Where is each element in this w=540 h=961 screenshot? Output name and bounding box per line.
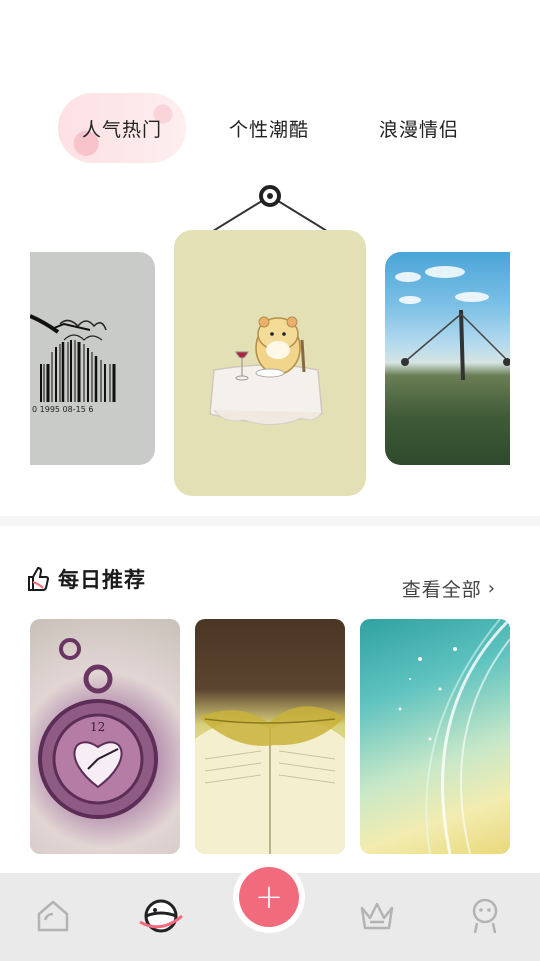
tab-romantic[interactable]: 浪漫情侣 — [360, 93, 478, 163]
planet-icon — [139, 899, 183, 933]
daily-section-header: 每日推荐 — [26, 562, 146, 596]
nav-vip[interactable] — [352, 891, 402, 941]
daily-title: 每日推荐 — [58, 568, 146, 592]
category-tabs: 人气热门 个性潮酷 浪漫情侣 — [0, 93, 540, 163]
wallpaper-thumb-light-streaks[interactable] — [360, 619, 510, 854]
barcode-fork-image: 0 1995 08-15 6 — [30, 314, 116, 414]
light-streaks-image — [398, 619, 510, 854]
nav-discover[interactable] — [136, 891, 186, 941]
hamster-dinner-image — [209, 316, 323, 425]
wallpaper-home-screen: 人气热门 个性潮酷 浪漫情侣 0 1995 08-15 6 每日推荐 查看全部 … — [0, 0, 540, 961]
wallpaper-thumb-pocket-watch[interactable]: 12 — [30, 619, 180, 854]
profile-icon — [472, 898, 498, 934]
book-leaf-image — [195, 706, 345, 854]
tab-cool[interactable]: 个性潮酷 — [213, 93, 325, 163]
thumbs-up-icon — [28, 566, 50, 591]
hanger-icon — [213, 185, 327, 232]
plus-icon: + — [239, 867, 299, 927]
view-all-label: 查看全部 — [401, 578, 482, 601]
tab-popular[interactable]: 人气热门 — [58, 93, 186, 163]
svg-text:12: 12 — [90, 720, 105, 734]
home-icon — [37, 900, 69, 932]
nav-home[interactable] — [28, 891, 78, 941]
pocket-watch-image: 12 — [38, 638, 158, 819]
view-all-link[interactable]: 查看全部 › — [402, 574, 496, 602]
section-divider — [0, 516, 540, 526]
nav-profile[interactable] — [460, 891, 510, 941]
wallpaper-thumb-book[interactable] — [195, 619, 345, 854]
swing-landscape-image — [401, 309, 510, 381]
barcode-text: 0 1995 08-15 6 — [32, 405, 93, 414]
carousel-card-center[interactable] — [174, 230, 366, 496]
add-button[interactable]: + — [233, 861, 305, 933]
carousel-card-left[interactable]: 0 1995 08-15 6 — [30, 252, 155, 465]
chevron-right-icon: › — [487, 577, 496, 599]
carousel-card-right[interactable] — [385, 252, 510, 465]
crown-icon — [360, 902, 394, 930]
